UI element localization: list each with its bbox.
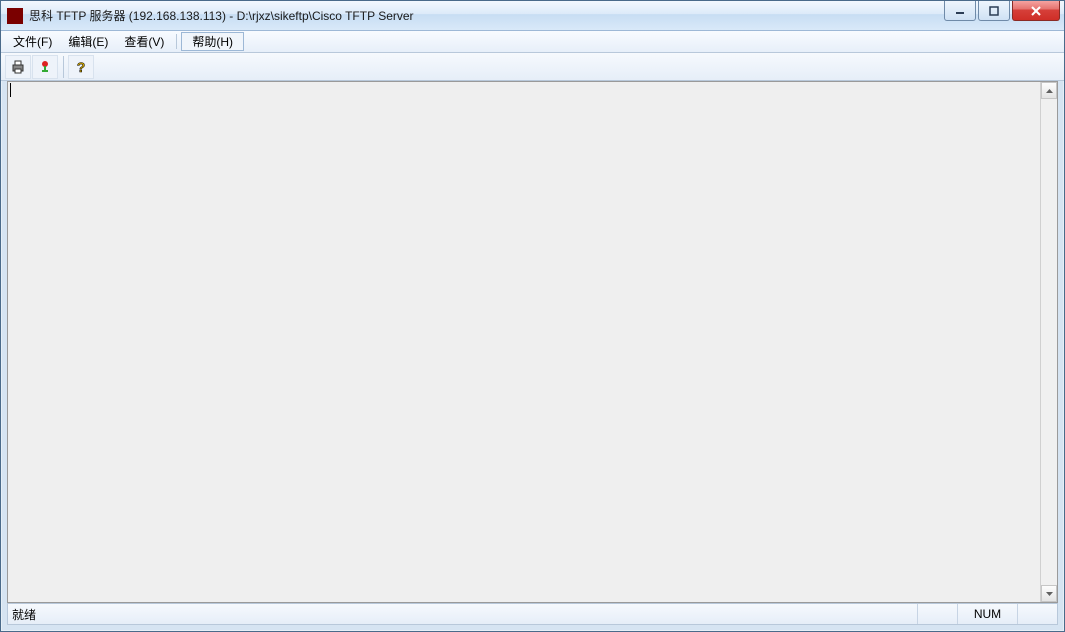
client-area — [7, 81, 1058, 603]
menu-view[interactable]: 查看(V) — [116, 31, 172, 52]
app-window: 思科 TFTP 服务器 (192.168.138.113) - D:\rjxz\… — [0, 0, 1065, 632]
maximize-button[interactable] — [978, 1, 1010, 21]
toolbar-separator — [63, 56, 64, 78]
window-title: 思科 TFTP 服务器 (192.168.138.113) - D:\rjxz\… — [29, 7, 944, 24]
minimize-icon — [955, 6, 965, 16]
titlebar[interactable]: 思科 TFTP 服务器 (192.168.138.113) - D:\rjxz\… — [1, 1, 1064, 31]
toolbar-print-button[interactable] — [5, 55, 31, 79]
window-controls — [944, 1, 1064, 30]
maximize-icon — [989, 6, 999, 16]
chevron-up-icon — [1046, 89, 1053, 93]
print-icon — [10, 59, 26, 75]
text-cursor — [10, 83, 11, 97]
toolbar-help-button[interactable]: ? — [68, 55, 94, 79]
status-pane-1 — [917, 604, 957, 624]
options-icon — [37, 59, 53, 75]
menubar: 文件(F) 编辑(E) 查看(V) 帮助(H) — [1, 31, 1064, 53]
svg-text:?: ? — [77, 59, 86, 75]
menu-edit[interactable]: 编辑(E) — [60, 31, 116, 52]
menu-help[interactable]: 帮助(H) — [181, 32, 244, 51]
close-button[interactable] — [1012, 1, 1060, 21]
app-icon — [7, 8, 23, 24]
log-textarea[interactable] — [8, 82, 1040, 602]
scroll-down-button[interactable] — [1041, 585, 1057, 602]
scroll-up-button[interactable] — [1041, 82, 1057, 99]
chevron-down-icon — [1046, 592, 1053, 596]
scroll-track[interactable] — [1041, 99, 1057, 585]
close-icon — [1030, 6, 1042, 16]
menu-separator — [176, 34, 177, 49]
status-ready: 就绪 — [8, 604, 917, 624]
help-icon: ? — [73, 59, 89, 75]
vertical-scrollbar[interactable] — [1040, 82, 1057, 602]
menu-file[interactable]: 文件(F) — [5, 31, 60, 52]
status-num: NUM — [957, 604, 1017, 624]
toolbar-options-button[interactable] — [32, 55, 58, 79]
toolbar: ? — [1, 53, 1064, 81]
statusbar: 就绪 NUM — [7, 603, 1058, 625]
status-pane-2 — [1017, 604, 1057, 624]
minimize-button[interactable] — [944, 1, 976, 21]
